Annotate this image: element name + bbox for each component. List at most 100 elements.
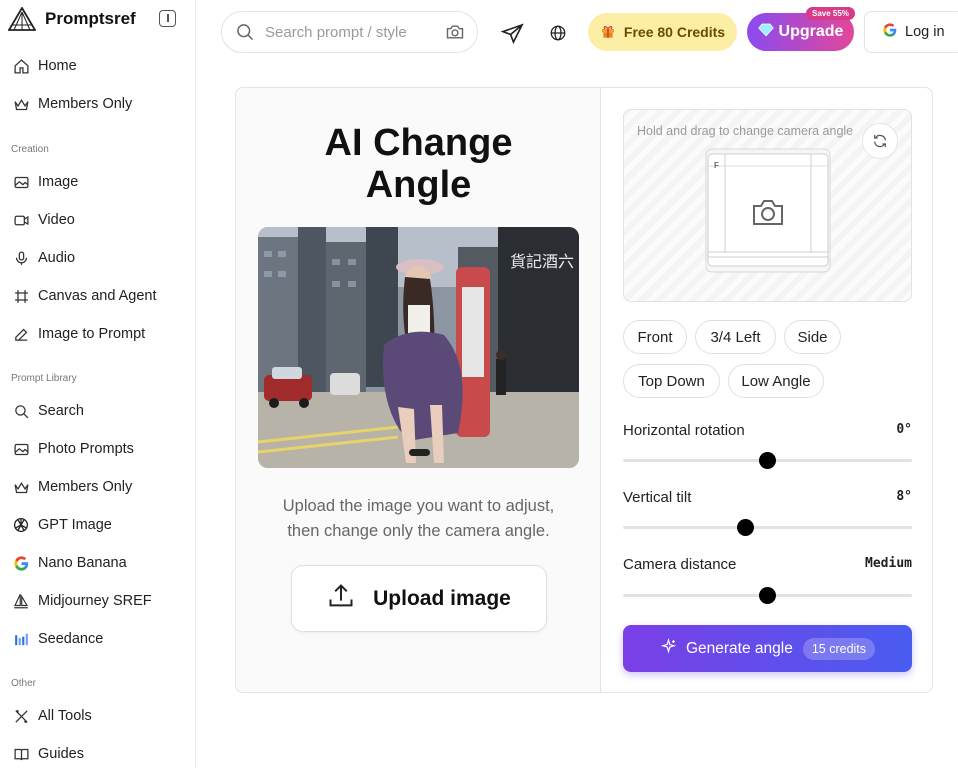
sidebar-item-label: Midjourney SREF	[38, 593, 152, 609]
frame-icon	[12, 287, 30, 305]
tools-icon	[12, 707, 30, 725]
preset-top-down-button[interactable]: Top Down	[623, 364, 720, 398]
generate-angle-button[interactable]: Generate angle 15 credits	[623, 625, 912, 672]
sidebar-item-seedance[interactable]: Seedance	[12, 627, 103, 651]
search-icon	[12, 402, 30, 420]
image-icon	[12, 440, 30, 458]
slider-track[interactable]	[623, 526, 912, 529]
vertical-tilt-label: Vertical tilt	[623, 489, 692, 506]
send-icon[interactable]	[500, 21, 524, 45]
preset-side-button[interactable]: Side	[784, 320, 841, 354]
microphone-icon	[12, 249, 30, 267]
section-title-prompt-library: Prompt Library	[11, 373, 77, 384]
sidebar-item-label: Image to Prompt	[38, 326, 146, 342]
sparkle-icon	[660, 637, 677, 660]
sidebar-item-video[interactable]: Video	[12, 208, 75, 232]
horizontal-rotation-slider[interactable]	[623, 450, 912, 470]
reset-angle-button[interactable]	[862, 123, 898, 159]
section-title-creation: Creation	[11, 144, 49, 155]
sidebar-item-label: Home	[38, 58, 77, 74]
sidebar-item-members-only-library[interactable]: Members Only	[12, 475, 132, 499]
openai-icon	[12, 516, 30, 534]
sailboat-icon	[12, 592, 30, 610]
slider-thumb[interactable]	[759, 452, 776, 469]
horizontal-rotation-value: 0°	[896, 422, 912, 437]
sidebar-item-label: All Tools	[38, 708, 92, 724]
example-preview-image: 貨記酒六	[258, 227, 579, 468]
home-icon	[12, 57, 30, 75]
sidebar-item-nano-banana[interactable]: Nano Banana	[12, 551, 127, 575]
free-credits-label: Free 80 Credits	[623, 24, 726, 40]
camera-cube-preview[interactable]: F	[705, 148, 831, 273]
sidebar-item-all-tools[interactable]: All Tools	[12, 704, 92, 728]
sidebar-item-label: Photo Prompts	[38, 441, 134, 457]
search-input[interactable]	[265, 23, 435, 41]
sidebar-collapse-icon[interactable]	[159, 10, 176, 27]
vertical-tilt-value: 8°	[896, 489, 912, 504]
change-angle-card: AI Change Angle 貨記酒六 Upload the image yo…	[235, 87, 933, 693]
sidebar-item-gpt-image[interactable]: GPT Image	[12, 513, 112, 537]
sidebar-item-label: Members Only	[38, 479, 133, 495]
camera-search-icon[interactable]	[445, 22, 465, 42]
gift-icon	[600, 23, 616, 42]
vertical-tilt-slider[interactable]	[623, 517, 912, 537]
brand-name: Promptsref	[45, 9, 136, 28]
diamond-icon	[757, 23, 774, 42]
search-bar[interactable]	[221, 11, 478, 53]
upload-icon	[327, 582, 355, 616]
angle-controls-panel: Hold and drag to change camera angle F F…	[602, 88, 932, 692]
camera-distance-slider[interactable]	[623, 585, 912, 605]
sidebar-item-label: Image	[38, 174, 79, 190]
sidebar-item-midjourney-sref[interactable]: Midjourney SREF	[12, 589, 152, 613]
sidebar-item-search[interactable]: Search	[12, 399, 84, 423]
cube-face-label: F	[714, 161, 719, 170]
page-title: AI Change Angle	[236, 122, 601, 206]
sidebar-item-label: Guides	[38, 746, 84, 762]
slider-thumb[interactable]	[759, 587, 776, 604]
sidebar-item-image-to-prompt[interactable]: Image to Prompt	[12, 322, 145, 346]
horizontal-rotation-label: Horizontal rotation	[623, 422, 745, 439]
sidebar-item-canvas-and-agent[interactable]: Canvas and Agent	[12, 284, 157, 308]
sidebar-item-members-only[interactable]: Members Only	[12, 92, 132, 116]
sidebar-item-label: Canvas and Agent	[38, 288, 157, 304]
upload-image-button[interactable]: Upload image	[291, 565, 547, 632]
save-badge: Save 55%	[806, 7, 855, 20]
edit-icon	[12, 325, 30, 343]
section-title-other: Other	[11, 678, 37, 689]
generate-angle-label: Generate angle	[685, 639, 793, 657]
language-globe-icon[interactable]	[546, 21, 570, 45]
sidebar-item-label: Members Only	[38, 96, 133, 112]
sidebar-item-label: Video	[38, 212, 75, 228]
camera-angle-stage[interactable]: Hold and drag to change camera angle F	[623, 109, 912, 302]
bars-icon	[12, 630, 30, 648]
login-button[interactable]: Log in	[864, 11, 958, 53]
sidebar-item-label: GPT Image	[38, 517, 112, 533]
stage-hint: Hold and drag to change camera angle	[637, 124, 854, 138]
upload-image-label: Upload image	[373, 586, 511, 610]
sidebar-item-label: Seedance	[38, 631, 104, 647]
login-label: Log in	[905, 24, 945, 40]
carousel-indicator[interactable]	[409, 449, 430, 456]
video-icon	[12, 211, 30, 229]
upload-description-line-1: Upload the image you want to adjust,	[282, 497, 555, 515]
sidebar-item-guides[interactable]: Guides	[12, 742, 84, 766]
upgrade-label: Upgrade	[778, 23, 844, 40]
preset-three-quarter-left-button[interactable]: 3/4 Left	[695, 320, 776, 354]
sidebar-item-home[interactable]: Home	[12, 54, 77, 78]
upload-description-line-2: then change only the camera angle.	[287, 522, 550, 540]
preset-low-angle-button[interactable]: Low Angle	[728, 364, 824, 398]
google-icon	[12, 554, 30, 572]
preset-front-button[interactable]: Front	[623, 320, 687, 354]
image-icon	[12, 173, 30, 191]
sidebar-item-photo-prompts[interactable]: Photo Prompts	[12, 437, 134, 461]
sidebar-item-audio[interactable]: Audio	[12, 246, 75, 270]
sidebar-item-image[interactable]: Image	[12, 170, 78, 194]
upload-panel: AI Change Angle 貨記酒六 Upload the image yo…	[236, 88, 601, 692]
free-credits-button[interactable]: Free 80 Credits	[588, 13, 737, 51]
brand[interactable]: Promptsref	[8, 6, 136, 32]
sidebar: Promptsref Home Members Only Creation Im…	[0, 0, 196, 768]
slider-thumb[interactable]	[737, 519, 755, 536]
svg-text:貨記酒六: 貨記酒六	[510, 252, 574, 271]
generate-cost-badge: 15 credits	[802, 637, 876, 660]
preset-label: Top Down	[638, 372, 705, 390]
